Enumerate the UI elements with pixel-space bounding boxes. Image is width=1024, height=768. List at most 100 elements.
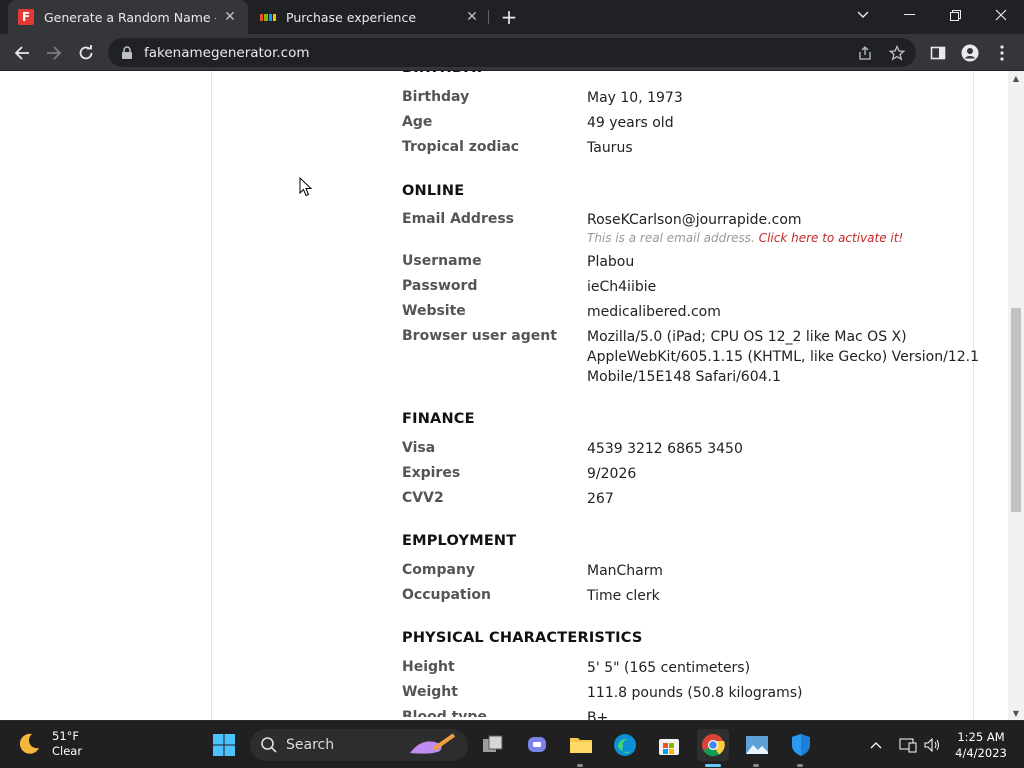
field-label: Browser user agent [402,328,557,344]
weather-desc: Clear [52,744,83,758]
app-active-indicator [705,764,721,767]
windows-start-icon[interactable] [208,729,240,761]
field-value: Time clerk [587,588,660,604]
app-running-indicator [797,764,803,767]
field-label: Website [402,303,466,319]
network-icon[interactable] [898,735,918,755]
tab-fake-name-generator[interactable]: F Generate a Random Name - Fake ✕ [8,0,248,34]
chrome-icon[interactable] [697,729,729,761]
field-value: 9/2026 [587,466,637,482]
search-label: Search [286,737,335,753]
microsoft-store-icon[interactable] [653,729,685,761]
activate-email-link[interactable]: Click here to activate it! [759,231,904,245]
section-title: FINANCE [402,411,475,427]
field-label: Tropical zodiac [402,139,520,155]
clock-date: 4/4/2023 [955,746,1007,760]
file-explorer-icon[interactable] [565,729,597,761]
user-agent-line: Mobile/15E148 Safari/604.1 [587,369,781,385]
section-title: EMPLOYMENT [402,533,517,549]
field-value: 4539 3212 6865 3450 [587,441,743,457]
back-button[interactable] [8,39,36,67]
address-bar[interactable]: fakenamegenerator.com [108,38,916,67]
tray-chevron-up-icon[interactable] [866,735,886,755]
page-viewport [0,71,1008,720]
field-value: 267 [587,491,614,507]
app-running-indicator [577,764,583,767]
field-label: Birthday [402,89,470,105]
side-panel-icon[interactable] [924,39,952,67]
tab-title: Generate a Random Name - Fake [44,9,216,25]
app-running-indicator [753,764,759,767]
minimize-button[interactable] [886,0,932,30]
field-label: CVV2 [402,490,444,506]
section-title: PHYSICAL CHARACTERISTICS [402,630,643,646]
windows-taskbar: 51°F Clear Search 1:25 AM 4/4/2023 [0,720,1024,768]
field-label: Age [402,114,433,130]
teams-chat-icon[interactable] [521,729,553,761]
user-agent-line: Mozilla/5.0 (iPad; CPU OS 12_2 like Mac … [587,329,907,345]
volume-icon[interactable] [922,735,942,755]
field-value: Plabou [587,254,635,270]
weather-widget[interactable]: 51°F Clear [16,729,82,759]
tab-divider [488,10,489,24]
field-label: Visa [402,440,436,456]
field-value: 49 years old [587,115,674,131]
email-value: RoseKCarlson@jourrapide.com [587,212,802,228]
tab-title: Purchase experience [286,9,417,25]
share-icon[interactable] [856,44,874,62]
new-tab-button[interactable]: + [498,5,520,29]
field-label: Height [402,659,455,675]
profile-avatar-icon[interactable] [956,39,984,67]
field-label: Password [402,278,478,294]
field-label: Occupation [402,587,492,603]
tab-close-icon[interactable]: ✕ [464,9,480,25]
field-label: Email Address [402,211,515,227]
tab-search-chevron-icon[interactable] [840,0,886,30]
bookmark-star-icon[interactable] [888,44,906,62]
field-value: 5' 5" (165 centimeters) [587,660,751,676]
section-title: ONLINE [402,183,465,199]
field-value: Taurus [587,140,633,156]
page-scrollbar[interactable]: ▲ ▼ [1008,71,1024,720]
forward-button[interactable] [40,39,68,67]
search-icon [261,737,277,753]
field-value: medicalibered.com [587,304,721,320]
tab-purchase-experience[interactable]: Purchase experience ✕ [250,0,490,34]
task-view-icon[interactable] [477,729,509,761]
browser-toolbar: fakenamegenerator.com [0,34,1024,71]
scroll-up-arrow-icon[interactable]: ▲ [1008,71,1024,85]
field-label: Expires [402,465,461,481]
weather-temp: 51°F [52,729,79,743]
field-value: ManCharm [587,563,663,579]
menu-kebab-icon[interactable] [988,39,1016,67]
mouse-cursor-icon [299,177,313,197]
microsoft-favicon-icon [260,9,276,25]
email-note-text: This is a real email address. [587,231,755,245]
tab-strip: F Generate a Random Name - Fake ✕ Purcha… [0,0,1024,34]
field-value: May 10, 1973 [587,90,683,106]
url-text: fakenamegenerator.com [144,44,310,61]
user-agent-line: AppleWebKit/605.1.15 (KHTML, like Gecko)… [587,349,980,365]
close-window-button[interactable] [978,0,1024,30]
scrollbar-thumb[interactable] [1011,308,1021,512]
content-panel [211,71,974,720]
restore-button[interactable] [932,0,978,30]
email-note: This is a real email address. Click here… [587,231,903,245]
reload-button[interactable] [72,39,100,67]
defender-shield-icon[interactable] [785,729,817,761]
field-label: Username [402,253,482,269]
field-value: ieCh4iibie [587,279,657,295]
field-value: 111.8 pounds (50.8 kilograms) [587,685,803,701]
edge-browser-icon[interactable] [609,729,641,761]
fakename-favicon-icon: F [18,9,34,25]
search-highlight-icon [410,733,456,754]
field-label: Company [402,562,476,578]
clock-time: 1:25 AM [957,730,1005,744]
tab-close-icon[interactable]: ✕ [222,9,238,25]
system-clock[interactable]: 1:25 AM 4/4/2023 [944,729,1018,761]
image-viewer-icon[interactable] [741,729,773,761]
field-label: Weight [402,684,458,700]
scroll-down-arrow-icon[interactable]: ▼ [1008,706,1024,720]
lock-icon [122,45,132,59]
taskbar-search-box[interactable]: Search [250,729,468,761]
